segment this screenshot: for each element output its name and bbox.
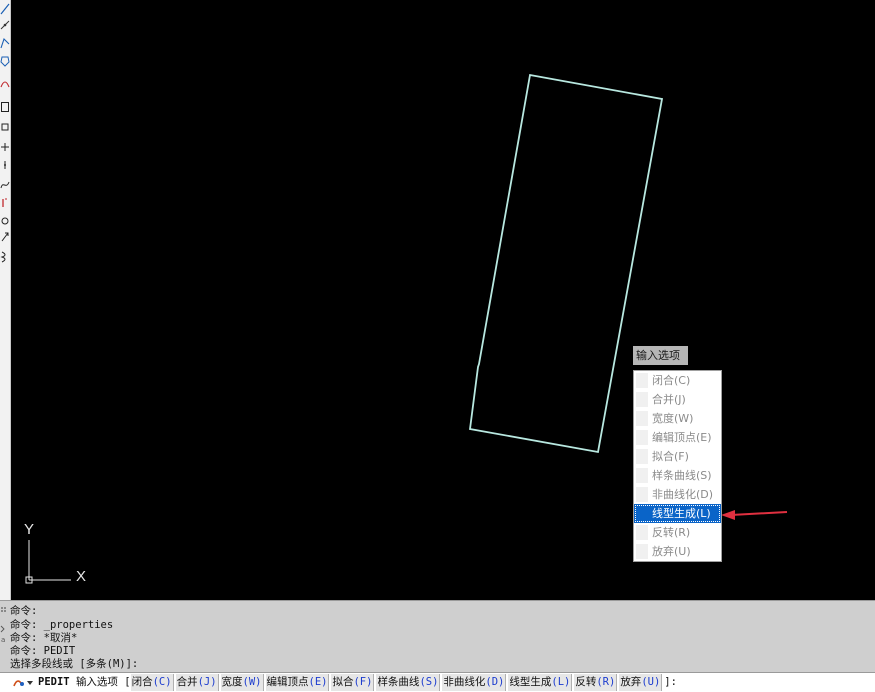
insert-tool-icon[interactable]	[0, 230, 10, 244]
command-option-join[interactable]: 合并(J)	[175, 674, 219, 691]
dynamic-input-prompt: 输入选项	[633, 346, 688, 365]
command-option-key: (E)	[308, 676, 328, 688]
hatch-tool-icon[interactable]	[0, 140, 10, 154]
command-option-key: (D)	[485, 676, 505, 688]
command-option-ltype-gen[interactable]: 线型生成(L)	[508, 674, 573, 691]
revision-cloud-tool-icon[interactable]	[0, 250, 10, 264]
menu-item-undo[interactable]: 放弃(U)	[634, 542, 721, 561]
drawing-svg: Y X	[24, 73, 788, 585]
svg-text:a: a	[1, 636, 5, 644]
ellipse-tool-icon[interactable]	[0, 196, 10, 210]
command-option-spline[interactable]: 样条曲线(S)	[376, 674, 441, 691]
menu-item-decurve[interactable]: 非曲线化(D)	[634, 485, 721, 504]
command-option-key: (F)	[353, 676, 373, 688]
draw-toolbar	[0, 0, 11, 600]
point-tool-icon[interactable]	[0, 158, 10, 172]
polygon-tool-icon[interactable]	[0, 54, 10, 68]
command-prompt-icon[interactable]	[11, 675, 35, 691]
ucs-icon: Y X	[24, 521, 86, 585]
command-option-label: 非曲线化	[443, 676, 486, 688]
command-option-label: 编辑顶点	[266, 676, 309, 688]
command-option-edit-vertex[interactable]: 编辑顶点(E)	[265, 674, 330, 691]
history-line: 命令: _properties	[10, 619, 114, 631]
menu-item-ltype-gen[interactable]: 线型生成(L)	[634, 504, 721, 523]
history-line: 选择多段线或 [多条(M)]:	[10, 658, 139, 670]
command-option-key: (L)	[551, 676, 571, 688]
command-option-width[interactable]: 宽度(W)	[220, 674, 264, 691]
construction-line-tool-icon[interactable]	[0, 18, 10, 32]
command-option-undo[interactable]: 放弃(U)	[619, 674, 663, 691]
menu-item-edit-vertex[interactable]: 编辑顶点(E)	[634, 428, 721, 447]
command-suffix: ]:	[664, 676, 677, 688]
command-option-close[interactable]: 闭合(C)	[130, 674, 174, 691]
command-line-input[interactable]: PEDIT 输入选项 [闭合(C) 合并(J) 宽度(W) 编辑顶点(E) 拟合(F) 样…	[0, 672, 875, 692]
menu-item-width[interactable]: 宽度(W)	[634, 409, 721, 428]
line-tool-icon[interactable]	[0, 2, 10, 16]
block-tool-icon[interactable]	[0, 214, 10, 228]
history-line: 命令: PEDIT	[10, 645, 76, 657]
command-option-key: (W)	[242, 676, 262, 688]
ucs-y-label: Y	[24, 521, 34, 538]
command-option-label: 合并	[176, 676, 198, 688]
command-option-decurve[interactable]: 非曲线化(D)	[442, 674, 507, 691]
callout-arrow	[721, 510, 788, 520]
menu-item-fit[interactable]: 拟合(F)	[634, 447, 721, 466]
spline-tool-icon[interactable]	[0, 178, 10, 192]
ucs-x-label: X	[76, 568, 86, 585]
command-option-label: 线型生成	[509, 676, 552, 688]
command-option-label: 拟合	[332, 676, 354, 688]
arc-tool-icon[interactable]	[0, 76, 10, 90]
drawing-canvas[interactable]: Y X	[11, 0, 875, 600]
history-line: 命令: *取消*	[10, 632, 78, 644]
dynamic-input-option-menu: 闭合(C) 合并(J) 宽度(W) 编辑顶点(E) 拟合(F) 样条曲线(S) …	[633, 370, 722, 562]
command-window: a 命令: 命令: _properties 命令: *取消* 命令: PEDIT…	[0, 600, 875, 692]
command-option-fit[interactable]: 拟合(F)	[331, 674, 375, 691]
menu-item-close[interactable]: 闭合(C)	[634, 371, 721, 390]
cad-application-window: Y X 输入选项 闭合(C) 合并(J) 宽度(W) 编辑顶点(E) 拟合(F)…	[0, 0, 875, 692]
command-option-label: 放弃	[620, 676, 642, 688]
square-tool-icon[interactable]	[0, 120, 10, 134]
command-option-key: (R)	[596, 676, 616, 688]
command-option-reverse[interactable]: 反转(R)	[574, 674, 618, 691]
rectangle-tool-icon[interactable]	[0, 100, 10, 114]
menu-item-reverse[interactable]: 反转(R)	[634, 523, 721, 542]
command-option-key: (J)	[197, 676, 217, 688]
command-option-key: (U)	[641, 676, 661, 688]
command-option-key: (C)	[152, 676, 172, 688]
command-window-grip-icon[interactable]: a	[0, 604, 7, 672]
command-options: 闭合(C) 合并(J) 宽度(W) 编辑顶点(E) 拟合(F) 样条曲线(S) 非曲线化(D…	[130, 674, 665, 691]
command-name: PEDIT	[38, 676, 70, 688]
command-option-label: 宽度	[221, 676, 243, 688]
history-line: 命令:	[10, 605, 38, 617]
menu-item-spline[interactable]: 样条曲线(S)	[634, 466, 721, 485]
command-option-label: 样条曲线	[377, 676, 420, 688]
command-history: a 命令: 命令: _properties 命令: *取消* 命令: PEDIT…	[0, 602, 875, 672]
command-option-label: 闭合	[131, 676, 153, 688]
menu-item-join[interactable]: 合并(J)	[634, 390, 721, 409]
command-line-text: PEDIT 输入选项 [闭合(C) 合并(J) 宽度(W) 编辑顶点(E) 拟合(F) 样…	[38, 673, 677, 692]
command-option-key: (S)	[419, 676, 439, 688]
command-prompt-text: 输入选项 [	[75, 676, 131, 688]
polyline-tool-icon[interactable]	[0, 36, 10, 50]
command-option-label: 反转	[575, 676, 597, 688]
